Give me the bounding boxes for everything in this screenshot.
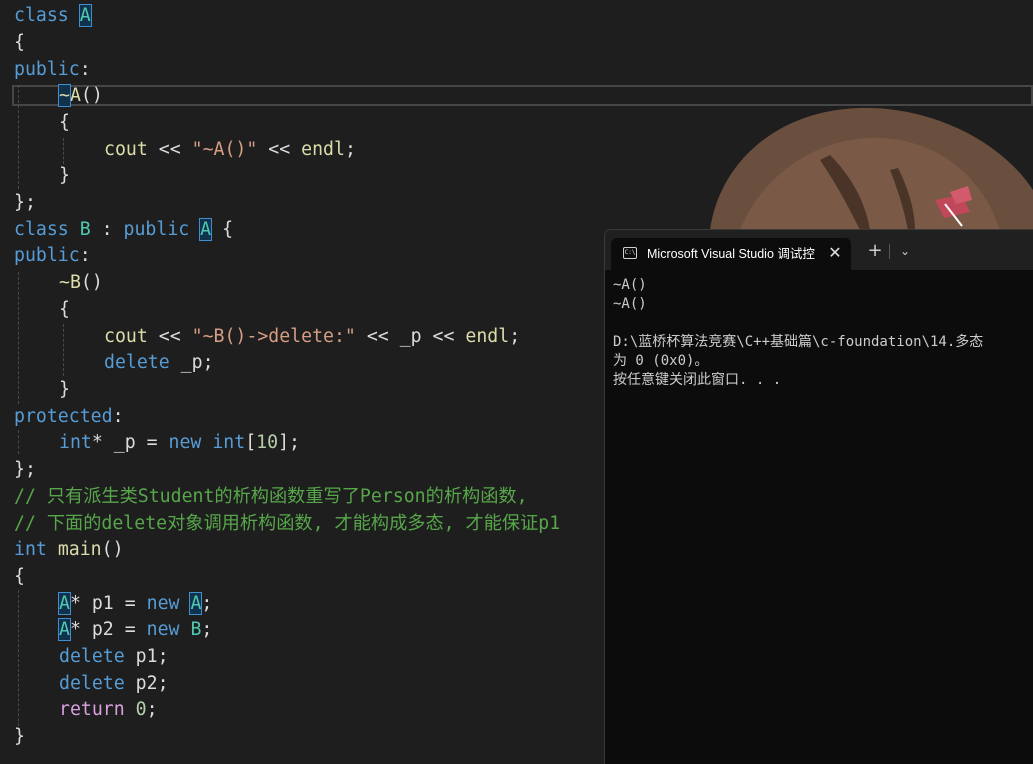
code-line: { xyxy=(59,112,70,133)
code-line: cout << "~A()" << endl; xyxy=(104,139,356,160)
code-line: cout << "~B()->delete:" << _p << endl; xyxy=(104,326,521,347)
code-line: }; xyxy=(14,459,36,480)
code-line: int main() xyxy=(14,539,124,560)
console-line: 按任意键关闭此窗口. . . xyxy=(613,372,782,388)
symbol-highlight: A xyxy=(78,4,92,27)
code-line: } xyxy=(59,379,70,400)
indent-guide xyxy=(63,138,64,164)
code-line: protected: xyxy=(14,406,124,427)
console-output[interactable]: ~A() ~A() D:\蓝桥杯算法竞赛\C++基础篇\c-foundation… xyxy=(613,276,1033,390)
console-line: ~A() xyxy=(613,277,647,293)
code-line: A* p1 = new A; xyxy=(58,592,213,615)
code-line: ~A() xyxy=(58,84,103,107)
new-tab-button[interactable]: + xyxy=(863,240,887,262)
tab-divider xyxy=(889,244,890,259)
symbol-highlight: A xyxy=(58,618,71,641)
indent-guide xyxy=(18,272,19,404)
code-line: } xyxy=(59,165,70,186)
code-line: A* p2 = new B; xyxy=(58,618,213,641)
code-line: } xyxy=(14,726,25,747)
symbol-highlight: ~ xyxy=(58,84,71,107)
indent-guide xyxy=(63,324,64,376)
debug-console-window[interactable]: C:\ Microsoft Visual Studio 调试控 ✕ + ⌄ ~A… xyxy=(604,229,1033,764)
console-line: ~A() xyxy=(613,296,647,312)
code-line: }; xyxy=(14,192,36,213)
code-line: delete p2; xyxy=(59,673,169,694)
code-comment: // 只有派生类Student的析构函数重写了Person的析构函数, xyxy=(14,486,528,507)
chevron-down-icon[interactable]: ⌄ xyxy=(895,240,915,262)
symbol-highlight: A xyxy=(189,592,203,615)
code-line: int* _p = new int[10]; xyxy=(59,432,300,453)
terminal-tab-bar: C:\ Microsoft Visual Studio 调试控 ✕ + ⌄ xyxy=(605,230,1033,270)
close-icon[interactable]: ✕ xyxy=(825,242,845,264)
tab-title: Microsoft Visual Studio 调试控 xyxy=(647,247,815,261)
code-line: class B : public A { xyxy=(14,218,234,241)
console-line: 为 0 (0x0)。 xyxy=(613,353,709,369)
code-comment: // 下面的delete对象调用析构函数, 才能构成多态, 才能保证p1 xyxy=(14,513,561,534)
console-icon: C:\ xyxy=(623,247,637,259)
code-line: ~B() xyxy=(59,272,103,293)
wallpaper-character-art xyxy=(710,107,1033,230)
code-line: public: xyxy=(14,245,91,266)
code-line: delete _p; xyxy=(104,352,214,373)
console-line: D:\蓝桥杯算法竞赛\C++基础篇\c-foundation\14.多态 xyxy=(613,334,984,350)
code-line: delete p1; xyxy=(59,646,169,667)
code-line: public: xyxy=(14,59,91,80)
symbol-highlight: A xyxy=(199,218,213,241)
code-line: { xyxy=(14,566,25,587)
indent-guide xyxy=(18,85,19,189)
symbol-highlight: A xyxy=(58,592,71,615)
code-line: return 0; xyxy=(59,699,158,720)
indent-guide xyxy=(18,430,19,454)
code-line: class A xyxy=(14,4,92,27)
code-line: { xyxy=(59,299,70,320)
indent-guide xyxy=(18,590,19,726)
code-line: { xyxy=(14,32,25,53)
tab-debug-console[interactable]: C:\ Microsoft Visual Studio 调试控 ✕ xyxy=(611,238,851,270)
